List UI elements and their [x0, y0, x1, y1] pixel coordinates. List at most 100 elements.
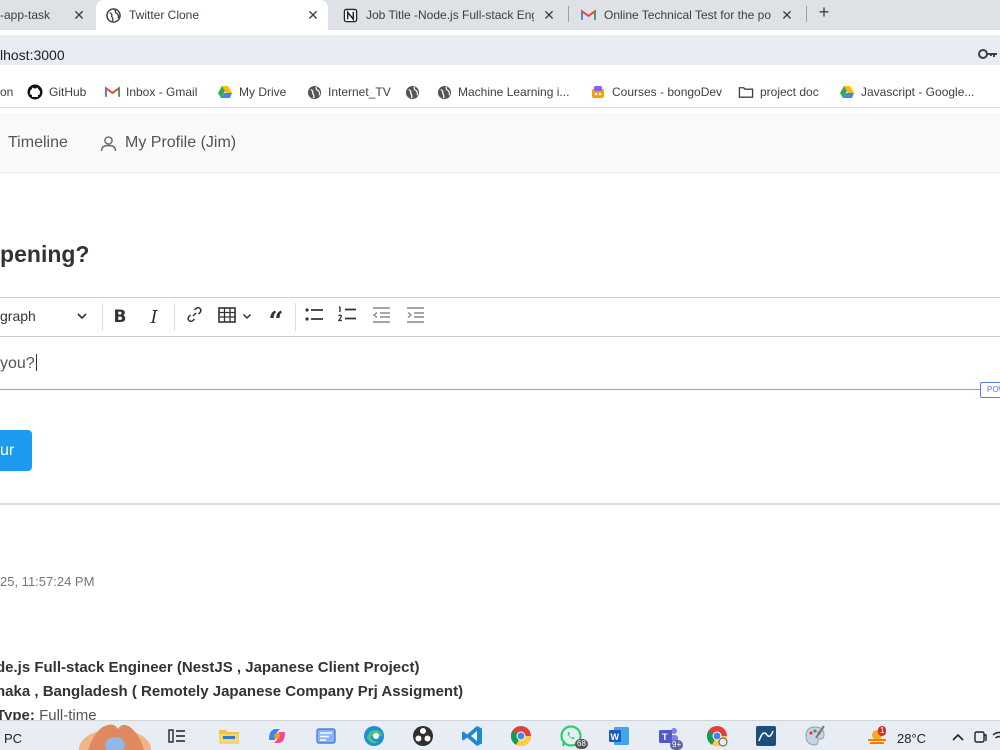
folder-icon [738, 84, 754, 100]
bookmark-internet-tv[interactable]: Internet_TV [306, 84, 391, 100]
paint-icon[interactable] [804, 725, 826, 747]
chevron-down-icon [76, 309, 88, 325]
word-icon[interactable]: W [608, 725, 630, 747]
bookmark-bongodev[interactable]: Courses - bongoDev [590, 84, 722, 100]
section-divider [0, 503, 1000, 505]
chrome-icon[interactable] [510, 725, 532, 747]
bookmark-item[interactable]: on [0, 84, 13, 100]
app-navbar: Timeline My Profile (Jim) [0, 113, 1000, 173]
bookmark-label: Machine Learning i... [458, 85, 570, 99]
tweet-editor-text[interactable]: you? [0, 354, 37, 373]
indent-button[interactable] [404, 306, 426, 328]
toolbar-separator [102, 303, 103, 331]
search-highlight-icon[interactable] [78, 719, 152, 750]
link-icon [186, 306, 203, 328]
close-icon[interactable]: ✕ [780, 7, 794, 24]
tab-online-test[interactable]: Online Technical Test for the po ✕ [572, 2, 802, 28]
onedrive-icon[interactable] [972, 729, 988, 745]
globe-icon [306, 84, 322, 100]
text-caret [35, 354, 37, 371]
drive-icon [839, 84, 855, 100]
bongodev-icon [590, 84, 606, 100]
post-location: haka , Bangladesh ( Remotely Japanese Co… [0, 683, 463, 700]
tab-title: Online Technical Test for the po [604, 8, 771, 22]
outdent-button[interactable] [370, 306, 392, 328]
notes-app-icon[interactable] [315, 725, 337, 747]
post-timestamp: 25, 11:57:24 PM [0, 574, 95, 589]
tab-title: Twitter Clone [129, 8, 200, 22]
copilot-icon[interactable] [266, 725, 288, 747]
bookmark-label: Courses - bongoDev [612, 85, 723, 99]
table-button[interactable] [216, 306, 238, 328]
numbered-list-button[interactable] [336, 306, 358, 328]
svg-text:T: T [662, 732, 668, 742]
obs-icon[interactable] [412, 725, 434, 747]
bold-button[interactable]: B [109, 306, 131, 328]
bookmark-machine-learning[interactable]: Machine Learning i... [436, 84, 569, 100]
toolbar-separator [295, 303, 296, 331]
key-icon[interactable] [978, 47, 998, 66]
chrome-profile-icon[interactable] [706, 725, 728, 747]
browser-toolbar [0, 30, 1000, 70]
bulleted-list-button[interactable] [303, 306, 325, 328]
globe-icon [404, 84, 420, 100]
teams-badge: 9+ [670, 740, 684, 750]
task-view-icon[interactable] [166, 725, 188, 747]
tab-twitter-clone[interactable]: Twitter Clone ✕ [96, 0, 328, 30]
bookmark-project-doc[interactable]: project doc [738, 84, 819, 100]
close-icon[interactable]: ✕ [72, 7, 86, 24]
chevron-down-icon [242, 308, 252, 326]
user-icon [100, 135, 117, 152]
blockquote-button[interactable]: “ [265, 306, 287, 335]
bookmarks-bar: on GitHub Inbox - Gmail My Drive Interne… [0, 76, 1000, 108]
link-button[interactable] [183, 306, 205, 328]
chevron-up-icon[interactable] [950, 729, 966, 745]
mysql-workbench-icon[interactable] [755, 725, 777, 747]
bookmark-label: Internet_TV [328, 85, 391, 99]
bookmark-globe[interactable] [404, 84, 426, 100]
url-text[interactable]: lhost:3000 [0, 47, 65, 63]
composer-heading: ppening? [0, 241, 90, 267]
numbered-list-icon [336, 306, 357, 328]
tweet-submit-button[interactable]: ur [0, 430, 32, 471]
nav-timeline[interactable]: Timeline [0, 134, 68, 152]
bookmark-javascript[interactable]: Javascript - Google... [839, 84, 974, 100]
tab-job-title[interactable]: Job Title -Node.js Full-stack Eng ✕ [334, 2, 564, 28]
paragraph-style-dropdown[interactable]: graph [0, 308, 92, 326]
bulleted-list-icon [304, 307, 324, 328]
bookmark-my-drive[interactable]: My Drive [217, 84, 286, 100]
post-location-text: haka , Bangladesh ( Remotely Japanese Co… [0, 683, 464, 700]
edge-icon[interactable] [363, 725, 385, 747]
file-explorer-icon[interactable] [218, 725, 240, 747]
network-icon[interactable] [991, 729, 1000, 745]
globe-icon [436, 84, 452, 100]
italic-icon: I [150, 306, 158, 328]
tweet-editor[interactable] [0, 337, 1000, 390]
outdent-icon [372, 306, 391, 328]
address-bar[interactable] [0, 35, 1000, 65]
svg-text:W: W [611, 732, 620, 742]
post-job-title-text: de.js Full-stack Engineer (NestJS , Japa… [0, 659, 420, 676]
tab-separator [568, 6, 569, 22]
new-tab-button[interactable]: + [815, 3, 833, 21]
close-icon[interactable]: ✕ [542, 7, 556, 24]
tab-app-task[interactable]: -app-task ✕ [0, 2, 94, 28]
powered-by-badge[interactable]: POW [980, 382, 1000, 398]
bookmark-github[interactable]: GitHub [27, 84, 86, 100]
github-icon [27, 84, 43, 100]
bookmark-label: on [0, 85, 14, 99]
whatsapp-badge: 68 [575, 739, 588, 749]
bookmark-label: GitHub [49, 85, 87, 99]
drive-icon [217, 84, 233, 100]
bookmark-gmail[interactable]: Inbox - Gmail [104, 84, 197, 100]
gmail-icon [580, 7, 596, 23]
tab-strip: -app-task ✕ Twitter Clone ✕ Job Title -N… [0, 0, 1000, 30]
italic-button[interactable]: I [143, 306, 165, 328]
table-dropdown-button[interactable] [240, 306, 254, 328]
close-icon[interactable]: ✕ [306, 7, 320, 24]
nav-profile[interactable]: My Profile (Jim) [100, 134, 236, 152]
toolbar-separator [174, 303, 175, 331]
gmail-icon [104, 84, 120, 100]
tab-title: -app-task [0, 8, 51, 22]
vscode-icon[interactable] [461, 725, 483, 747]
